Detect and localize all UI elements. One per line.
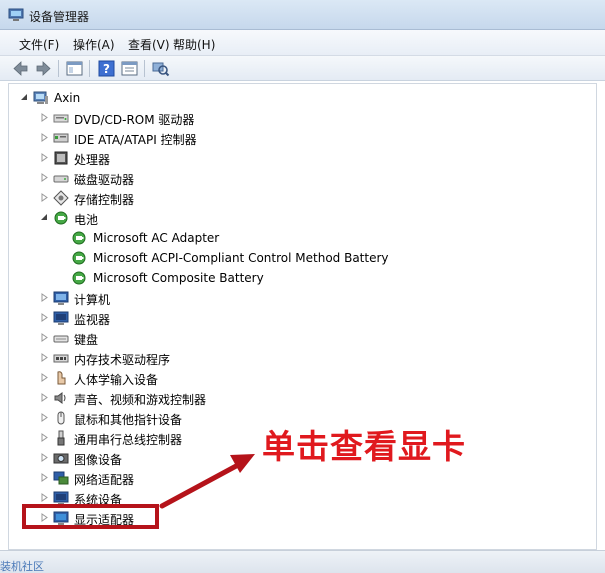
category-label: 内存技术驱动程序	[74, 353, 171, 367]
annotation-text: 单击查看显卡	[262, 427, 466, 466]
title-bar: 设备管理器	[0, 0, 605, 30]
device-label: Microsoft AC Adapter	[93, 231, 220, 245]
tree-category-computer[interactable]: 计算机	[9, 288, 596, 308]
tree-category-sound[interactable]: 声音、视频和游戏控制器	[9, 388, 596, 408]
mouse-icon	[57, 411, 65, 425]
expand-triangle-icon[interactable]	[40, 473, 49, 482]
expand-triangle-icon[interactable]	[40, 333, 49, 342]
tree-category-memory-tech[interactable]: 内存技术驱动程序	[9, 348, 596, 368]
device-tree-panel: Axin DVD/CD-ROM 驱动器 IDE ATA/ATAPI 控制器 处理…	[8, 83, 597, 550]
toolbar-separator	[58, 60, 59, 77]
processor-icon	[54, 151, 68, 165]
computer-icon	[53, 291, 69, 305]
computer-icon	[33, 91, 48, 104]
usb-icon	[57, 430, 65, 446]
ide-controller-icon	[53, 133, 69, 143]
category-label: 鼠标和其他指针设备	[74, 413, 183, 427]
tree-category-dvd[interactable]: DVD/CD-ROM 驱动器	[9, 108, 596, 128]
speaker-icon	[54, 392, 66, 404]
toolbar-separator	[89, 60, 90, 77]
expand-triangle-icon[interactable]	[40, 393, 49, 402]
keyboard-icon	[53, 335, 69, 343]
category-label: 磁盘驱动器	[74, 173, 135, 187]
tree-root-computer[interactable]: Axin	[9, 88, 596, 108]
collapse-triangle-icon[interactable]	[40, 213, 49, 222]
watermark: 装机社区	[0, 560, 44, 573]
status-bar	[0, 550, 605, 573]
category-label: 电池	[74, 213, 99, 227]
menu-view[interactable]: 查看(V)	[128, 36, 170, 53]
camera-icon	[53, 453, 69, 464]
expand-triangle-icon[interactable]	[40, 433, 49, 442]
tree-category-ide[interactable]: IDE ATA/ATAPI 控制器	[9, 128, 596, 148]
battery-icon	[54, 211, 68, 225]
category-label: DVD/CD-ROM 驱动器	[74, 113, 195, 127]
tree-category-network[interactable]: 网络适配器	[9, 468, 596, 488]
scan-hardware-changes-icon[interactable]	[151, 59, 170, 78]
category-label: 键盘	[74, 333, 99, 347]
toolbar: ?	[0, 56, 605, 81]
expand-triangle-icon[interactable]	[40, 493, 49, 502]
show-hide-console-tree-icon[interactable]	[65, 59, 84, 78]
tree-device-acpi-battery[interactable]: Microsoft ACPI-Compliant Control Method …	[9, 248, 596, 268]
category-label: 声音、视频和游戏控制器	[74, 393, 207, 407]
category-label: 网络适配器	[74, 473, 135, 487]
disk-drive-icon	[53, 175, 69, 183]
tree-category-processor[interactable]: 处理器	[9, 148, 596, 168]
expand-triangle-icon[interactable]	[40, 353, 49, 362]
device-label: Microsoft ACPI-Compliant Control Method …	[93, 251, 389, 265]
expand-triangle-icon[interactable]	[40, 453, 49, 462]
back-arrow-icon[interactable]	[11, 59, 30, 78]
svg-text:?: ?	[103, 62, 110, 76]
dvd-drive-icon	[53, 114, 69, 123]
menu-bar: 文件(F) 操作(A) 查看(V) 帮助(H)	[0, 30, 605, 56]
tree-category-monitor[interactable]: 监视器	[9, 308, 596, 328]
category-label: 存储控制器	[74, 193, 135, 207]
battery-device-icon	[72, 271, 86, 285]
collapse-triangle-icon[interactable]	[20, 93, 29, 102]
category-label: 通用串行总线控制器	[74, 433, 183, 447]
tree-category-battery[interactable]: 电池	[9, 208, 596, 228]
device-label: Microsoft Composite Battery	[93, 271, 264, 285]
category-label: 处理器	[74, 153, 111, 167]
menu-help[interactable]: 帮助(H)	[173, 36, 215, 53]
expand-triangle-icon[interactable]	[40, 313, 49, 322]
category-label: 图像设备	[74, 453, 123, 467]
expand-triangle-icon[interactable]	[40, 193, 49, 202]
device-manager-app-icon	[8, 8, 24, 21]
properties-icon[interactable]	[120, 59, 139, 78]
expand-triangle-icon[interactable]	[40, 133, 49, 142]
category-label: 计算机	[74, 293, 111, 307]
hid-icon	[57, 371, 66, 385]
expand-triangle-icon[interactable]	[40, 113, 49, 122]
storage-controller-icon	[53, 190, 69, 206]
help-icon[interactable]: ?	[97, 59, 116, 78]
category-label: 监视器	[74, 313, 111, 327]
tree-root-label: Axin	[54, 91, 81, 105]
expand-triangle-icon[interactable]	[40, 293, 49, 302]
tree-category-hid[interactable]: 人体学输入设备	[9, 368, 596, 388]
forward-arrow-icon[interactable]	[34, 59, 53, 78]
tree-device-ac-adapter[interactable]: Microsoft AC Adapter	[9, 228, 596, 248]
highlight-box	[22, 504, 159, 529]
expand-triangle-icon[interactable]	[40, 153, 49, 162]
network-adapter-icon	[53, 471, 69, 485]
expand-triangle-icon[interactable]	[40, 173, 49, 182]
tree-category-storage[interactable]: 存储控制器	[9, 188, 596, 208]
expand-triangle-icon[interactable]	[40, 373, 49, 382]
monitor-icon	[53, 311, 69, 325]
menu-action[interactable]: 操作(A)	[73, 36, 115, 53]
category-label: IDE ATA/ATAPI 控制器	[74, 133, 197, 147]
tree-category-keyboard[interactable]: 键盘	[9, 328, 596, 348]
battery-device-icon	[72, 251, 86, 265]
tree-device-composite-battery[interactable]: Microsoft Composite Battery	[9, 268, 596, 288]
toolbar-separator	[144, 60, 145, 77]
memory-tech-icon	[53, 354, 69, 363]
battery-device-icon	[72, 231, 86, 245]
expand-triangle-icon[interactable]	[40, 413, 49, 422]
category-label: 人体学输入设备	[74, 373, 159, 387]
tree-category-disk[interactable]: 磁盘驱动器	[9, 168, 596, 188]
menu-file[interactable]: 文件(F)	[19, 36, 59, 53]
window-title: 设备管理器	[29, 10, 90, 24]
